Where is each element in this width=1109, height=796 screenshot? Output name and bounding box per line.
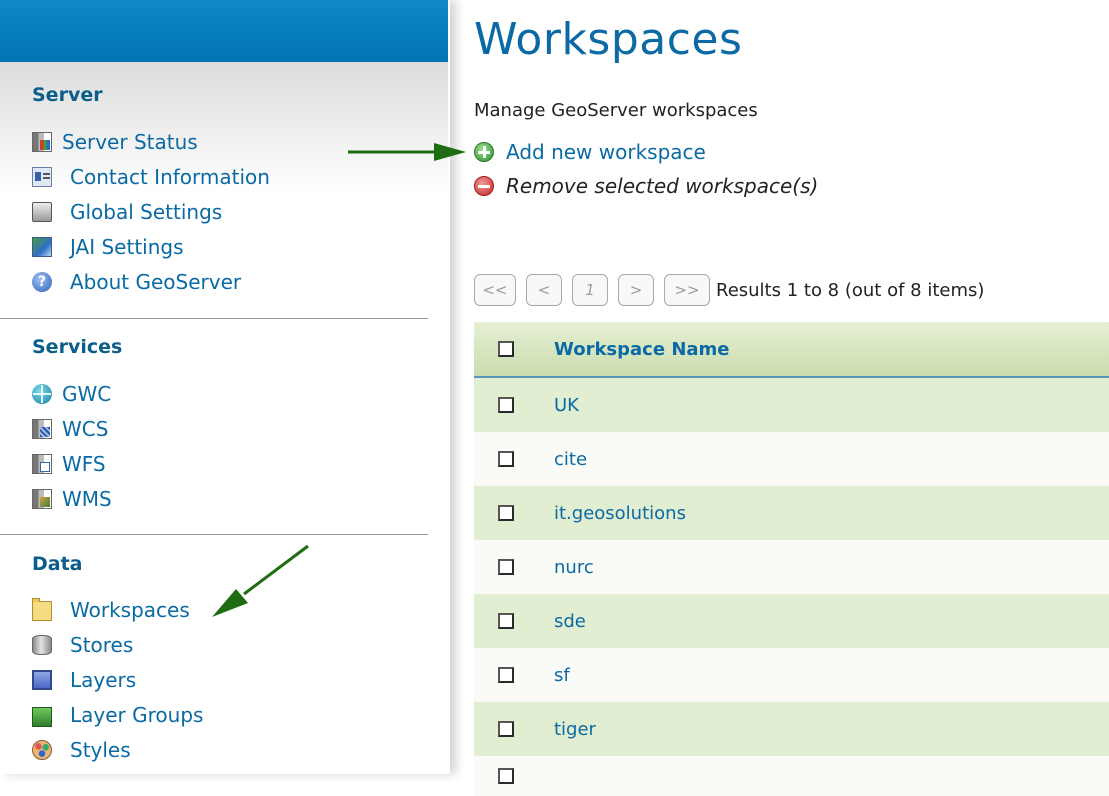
table-row: it.geosolutions [474,486,1109,540]
last-page-button[interactable]: >> [664,274,710,306]
about-icon [32,272,52,292]
menu-item-label: Global Settings [70,200,223,224]
pager: << < 1 > >> Results 1 to 8 (out of 8 ite… [474,272,984,308]
menu-item-workspaces[interactable]: Workspaces [32,598,190,622]
menu-item-label: About GeoServer [70,270,242,294]
add-workspace-label: Add new workspace [506,140,706,164]
menu-item-wfs[interactable]: WFS [32,452,106,476]
styles-icon [32,740,52,760]
table-row-partial [474,756,1109,796]
jai-settings-icon [32,237,52,257]
gwc-globe-icon [32,384,52,404]
layer-groups-icon [32,706,52,727]
section-title-data: Data [32,553,83,575]
row-checkbox[interactable] [498,768,514,784]
table-row: UK [474,378,1109,432]
menu-item-label: WMS [62,487,112,511]
select-all-checkbox[interactable] [498,341,514,357]
layers-icon [32,670,52,690]
menu-item-gwc[interactable]: GWC [32,382,111,406]
menu-item-label: Stores [70,633,134,657]
remove-workspace-label: Remove selected workspace(s) [506,174,819,198]
sidebar-divider [0,534,428,535]
table-row: cite [474,432,1109,486]
workspace-name-link[interactable]: sf [554,665,570,686]
global-settings-icon [32,202,52,222]
table-row: sde [474,594,1109,648]
row-checkbox[interactable] [498,451,514,467]
row-checkbox[interactable] [498,505,514,521]
folder-icon [32,598,52,621]
workspace-name-link[interactable]: UK [554,395,579,416]
menu-item-label: Layers [70,668,137,692]
workspace-name-link[interactable]: it.geosolutions [554,503,686,524]
column-header-workspace-name[interactable]: Workspace Name [554,339,730,360]
menu-item-about-geoserver[interactable]: About GeoServer [32,270,241,294]
row-checkbox[interactable] [498,613,514,629]
menu-item-contact-information[interactable]: Contact Information [32,165,270,189]
sidebar-divider [0,318,428,319]
page-subtitle: Manage GeoServer workspaces [474,100,758,121]
remove-workspace-link[interactable]: Remove selected workspace(s) [474,173,818,199]
stores-icon [32,635,52,655]
section-title-services: Services [32,336,123,358]
server-status-icon [32,132,52,152]
sidebar: Server Server Status Contact Information… [0,0,450,774]
menu-item-wcs[interactable]: WCS [32,417,108,441]
sidebar-header-bar [0,0,448,62]
menu-item-stores[interactable]: Stores [32,633,133,657]
next-page-button[interactable]: > [618,274,654,306]
workspace-name-link[interactable]: tiger [554,719,596,740]
menu-item-label: Server Status [62,130,198,154]
menu-item-label: Styles [70,738,131,762]
section-title-server: Server [32,84,103,106]
wfs-icon [32,454,52,474]
workspace-name-link[interactable]: nurc [554,557,594,578]
workspace-name-link[interactable]: sde [554,611,586,632]
current-page-button[interactable]: 1 [572,274,608,306]
menu-item-label: Contact Information [70,165,270,189]
menu-item-label: GWC [62,382,112,406]
menu-item-label: Workspaces [70,598,190,622]
wcs-icon [32,419,52,439]
first-page-button[interactable]: << [474,274,516,306]
prev-page-button[interactable]: < [526,274,562,306]
add-workspace-link[interactable]: Add new workspace [474,139,706,165]
table-row: nurc [474,540,1109,594]
row-checkbox[interactable] [498,667,514,683]
menu-item-wms[interactable]: WMS [32,487,112,511]
menu-item-server-status[interactable]: Server Status [32,130,198,154]
table-header: Workspace Name [474,322,1109,378]
workspaces-table: Workspace Name UK cite it.geosolutions n… [474,322,1109,796]
row-checkbox[interactable] [498,559,514,575]
pager-status: Results 1 to 8 (out of 8 items) [716,279,985,301]
menu-item-label: WCS [62,417,109,441]
table-row: tiger [474,702,1109,756]
add-icon [474,142,494,162]
menu-item-global-settings[interactable]: Global Settings [32,200,222,224]
workspace-name-link[interactable]: cite [554,449,587,470]
menu-item-jai-settings[interactable]: JAI Settings [32,235,184,259]
row-checkbox[interactable] [498,397,514,413]
wms-icon [32,489,52,509]
menu-item-label: JAI Settings [70,235,184,259]
contact-card-icon [32,167,52,187]
remove-icon [474,176,494,196]
menu-item-styles[interactable]: Styles [32,738,131,762]
page-title: Workspaces [474,14,743,65]
table-row: sf [474,648,1109,702]
menu-item-label: WFS [62,452,106,476]
row-checkbox[interactable] [498,721,514,737]
menu-item-layers[interactable]: Layers [32,668,136,692]
menu-item-layer-groups[interactable]: Layer Groups [32,703,203,727]
menu-item-label: Layer Groups [70,703,204,727]
